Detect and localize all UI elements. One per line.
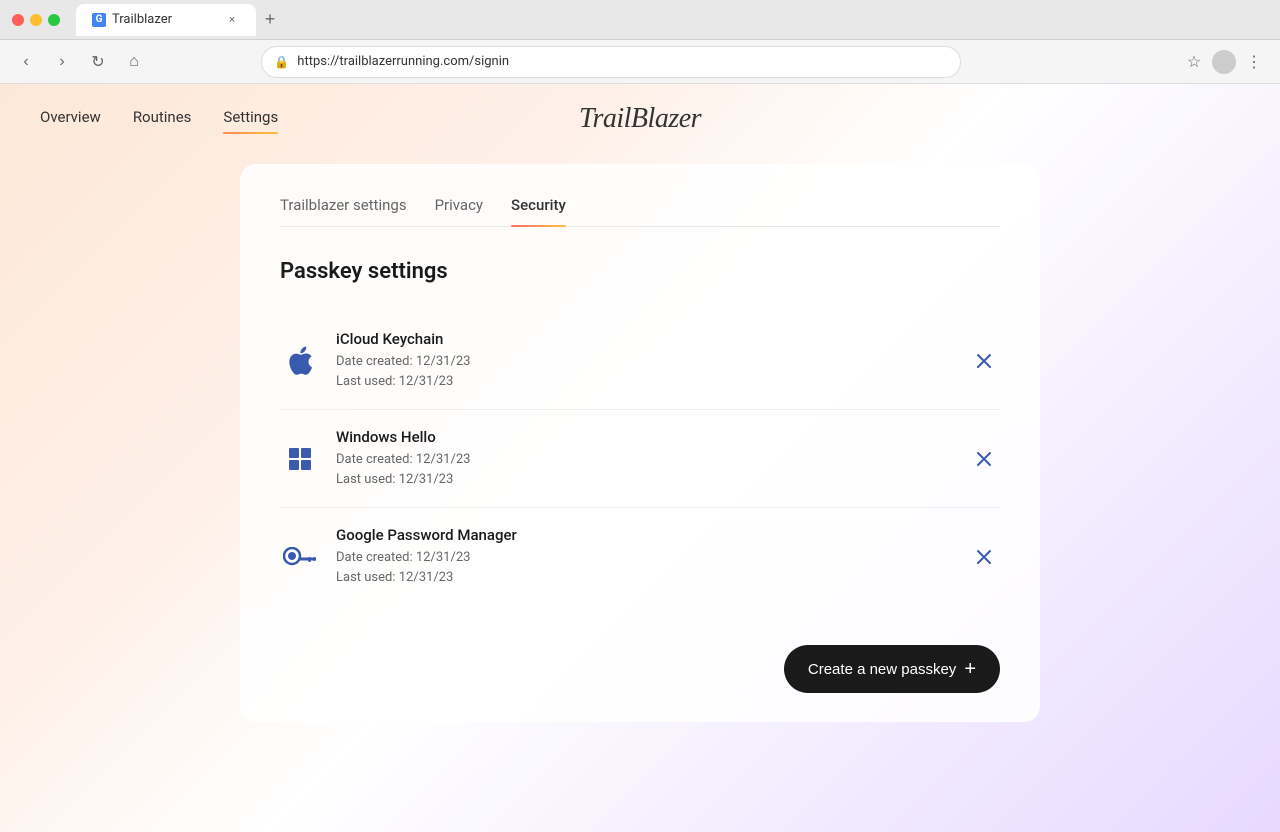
page-content: Overview Routines Settings TrailBlazer T… [0, 84, 1280, 832]
passkey-name-icloud: iCloud Keychain [336, 330, 968, 348]
site-logo: TrailBlazer [579, 103, 701, 135]
tab-close-button[interactable]: × [224, 12, 240, 28]
user-avatar[interactable] [1212, 50, 1236, 74]
nav-link-routines[interactable]: Routines [133, 108, 192, 130]
forward-button[interactable]: › [48, 48, 76, 76]
nav-links: Overview Routines Settings [40, 108, 278, 130]
tab-title: Trailblazer [112, 12, 172, 27]
nav-link-overview[interactable]: Overview [40, 108, 101, 130]
delete-google-button[interactable] [968, 545, 1000, 569]
create-passkey-button[interactable]: Create a new passkey + [784, 645, 1000, 693]
passkey-info-windows: Windows Hello Date created: 12/31/23 Las… [336, 428, 968, 489]
minimize-window-button[interactable] [30, 14, 42, 26]
address-bar: ‹ › ↻ ⌂ 🔒 https://trailblazerrunning.com… [0, 40, 1280, 84]
tab-privacy[interactable]: Privacy [435, 196, 483, 226]
passkey-meta-icloud: Date created: 12/31/23 Last used: 12/31/… [336, 352, 968, 391]
key-icon [280, 537, 320, 577]
traffic-lights [12, 14, 60, 26]
passkey-list: iCloud Keychain Date created: 12/31/23 L… [280, 312, 1000, 605]
tab-favicon: G [92, 13, 106, 27]
create-passkey-plus-icon: + [964, 659, 976, 679]
create-passkey-label: Create a new passkey [808, 661, 956, 678]
home-button[interactable]: ⌂ [120, 48, 148, 76]
section-title: Passkey settings [280, 259, 1000, 284]
close-window-button[interactable] [12, 14, 24, 26]
browser-tab[interactable]: G Trailblazer × [76, 4, 256, 36]
address-bar-right: ☆ ⋮ [1180, 48, 1268, 76]
lock-icon: 🔒 [274, 55, 289, 69]
create-btn-container: Create a new passkey + [280, 645, 1000, 693]
tab-bar: G Trailblazer × + [76, 4, 284, 36]
browser-window: G Trailblazer × + ‹ › ↻ ⌂ 🔒 https://trai… [0, 0, 1280, 832]
delete-windows-button[interactable] [968, 447, 1000, 471]
bookmark-button[interactable]: ☆ [1180, 48, 1208, 76]
passkey-item-icloud: iCloud Keychain Date created: 12/31/23 L… [280, 312, 1000, 410]
passkey-meta-windows: Date created: 12/31/23 Last used: 12/31/… [336, 450, 968, 489]
refresh-button[interactable]: ↻ [84, 48, 112, 76]
tab-security[interactable]: Security [511, 196, 566, 226]
back-button[interactable]: ‹ [12, 48, 40, 76]
passkey-info-icloud: iCloud Keychain Date created: 12/31/23 L… [336, 330, 968, 391]
passkey-item-windows: Windows Hello Date created: 12/31/23 Las… [280, 410, 1000, 508]
page-inner: Overview Routines Settings TrailBlazer T… [0, 84, 1280, 832]
passkey-info-google: Google Password Manager Date created: 12… [336, 526, 968, 587]
menu-button[interactable]: ⋮ [1240, 48, 1268, 76]
apple-icon [280, 341, 320, 381]
windows-icon [280, 439, 320, 479]
passkey-name-windows: Windows Hello [336, 428, 968, 446]
tab-trailblazer-settings[interactable]: Trailblazer settings [280, 196, 407, 226]
settings-tabs: Trailblazer settings Privacy Security [280, 196, 1000, 227]
passkey-meta-google: Date created: 12/31/23 Last used: 12/31/… [336, 548, 968, 587]
url-bar[interactable]: 🔒 https://trailblazerrunning.com/signin [261, 46, 961, 78]
settings-card: Trailblazer settings Privacy Security Pa… [240, 164, 1040, 722]
passkey-name-google: Google Password Manager [336, 526, 968, 544]
maximize-window-button[interactable] [48, 14, 60, 26]
delete-icloud-button[interactable] [968, 349, 1000, 373]
url-text: https://trailblazerrunning.com/signin [297, 54, 509, 69]
passkey-item-google: Google Password Manager Date created: 12… [280, 508, 1000, 605]
title-bar: G Trailblazer × + [0, 0, 1280, 40]
top-nav: Overview Routines Settings TrailBlazer [0, 84, 1280, 154]
nav-link-settings[interactable]: Settings [223, 108, 278, 130]
new-tab-button[interactable]: + [256, 6, 284, 34]
